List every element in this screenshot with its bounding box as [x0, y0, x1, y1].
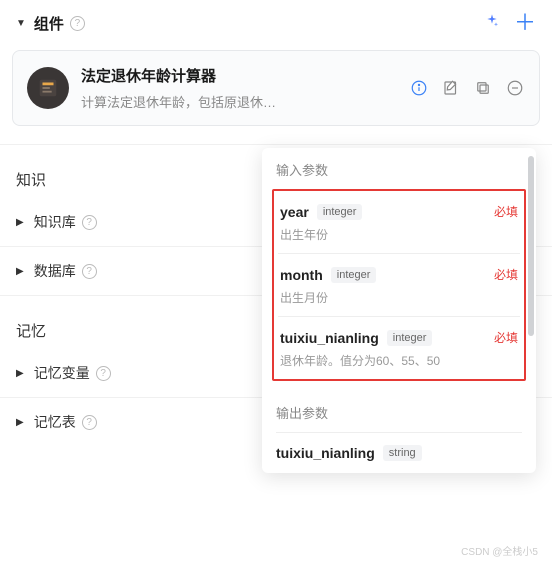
type-tag: integer	[331, 267, 377, 283]
param-desc: 退休年龄。值分为60、55、50	[280, 352, 518, 369]
row-label: 数据库	[34, 261, 76, 281]
param-name: tuixiu_nianling	[276, 445, 375, 461]
param-year: year integer 必填 出生年份	[278, 191, 520, 254]
required-tag: 必填	[494, 329, 518, 346]
type-tag: string	[383, 445, 422, 461]
component-card[interactable]: 法定退休年龄计算器 计算法定退休年龄，包括原退休年...	[12, 50, 540, 126]
param-name: tuixiu_nianling	[280, 330, 379, 346]
help-icon[interactable]: ?	[70, 16, 85, 31]
help-icon[interactable]: ?	[82, 415, 97, 430]
chevron-right-icon: ▶	[16, 368, 24, 379]
type-tag: integer	[387, 330, 433, 346]
component-actions	[409, 78, 525, 98]
header-actions: ＋	[484, 12, 536, 34]
param-desc: 出生年份	[280, 226, 518, 243]
chevron-right-icon: ▶	[16, 417, 24, 428]
edit-icon[interactable]	[441, 78, 461, 98]
add-icon[interactable]: ＋	[514, 12, 536, 34]
row-label: 知识库	[34, 212, 76, 232]
watermark: CSDN @全栈小5	[461, 543, 538, 558]
sparkle-icon[interactable]	[484, 13, 500, 34]
component-title: 法定退休年龄计算器	[81, 65, 409, 86]
collapse-triangle-icon[interactable]: ▼	[16, 18, 26, 29]
help-icon[interactable]: ?	[96, 366, 111, 381]
param-tuixiu-nianling: tuixiu_nianling integer 必填 退休年龄。值分为60、55…	[278, 317, 520, 379]
chevron-right-icon: ▶	[16, 266, 24, 277]
component-text: 法定退休年龄计算器 计算法定退休年龄，包括原退休年...	[81, 65, 409, 111]
copy-icon[interactable]	[473, 78, 493, 98]
help-icon[interactable]: ?	[82, 264, 97, 279]
section-title: 组件	[34, 13, 64, 34]
type-tag: integer	[317, 204, 363, 220]
param-month: month integer 必填 出生月份	[278, 254, 520, 317]
output-param: tuixiu_nianling string	[262, 433, 536, 473]
required-tag: 必填	[494, 266, 518, 283]
component-description: 计算法定退休年龄，包括原退休年...	[81, 92, 281, 111]
remove-icon[interactable]	[505, 78, 525, 98]
output-params-label: 输出参数	[262, 391, 536, 432]
input-params-highlight: year integer 必填 出生年份 month integer 必填 出生…	[272, 189, 526, 381]
chevron-right-icon: ▶	[16, 217, 24, 228]
required-tag: 必填	[494, 203, 518, 220]
row-label: 记忆表	[34, 412, 76, 432]
component-icon	[27, 67, 69, 109]
help-icon[interactable]: ?	[82, 215, 97, 230]
input-params-label: 输入参数	[262, 148, 536, 189]
components-header: ▼ 组件 ? ＋	[0, 0, 552, 42]
scrollbar-thumb[interactable]	[528, 156, 534, 336]
row-label: 记忆变量	[34, 363, 90, 383]
param-name: year	[280, 204, 309, 220]
params-popover: 输入参数 year integer 必填 出生年份 month integer …	[262, 148, 536, 473]
param-desc: 出生月份	[280, 289, 518, 306]
param-name: month	[280, 267, 323, 283]
info-icon[interactable]	[409, 78, 429, 98]
